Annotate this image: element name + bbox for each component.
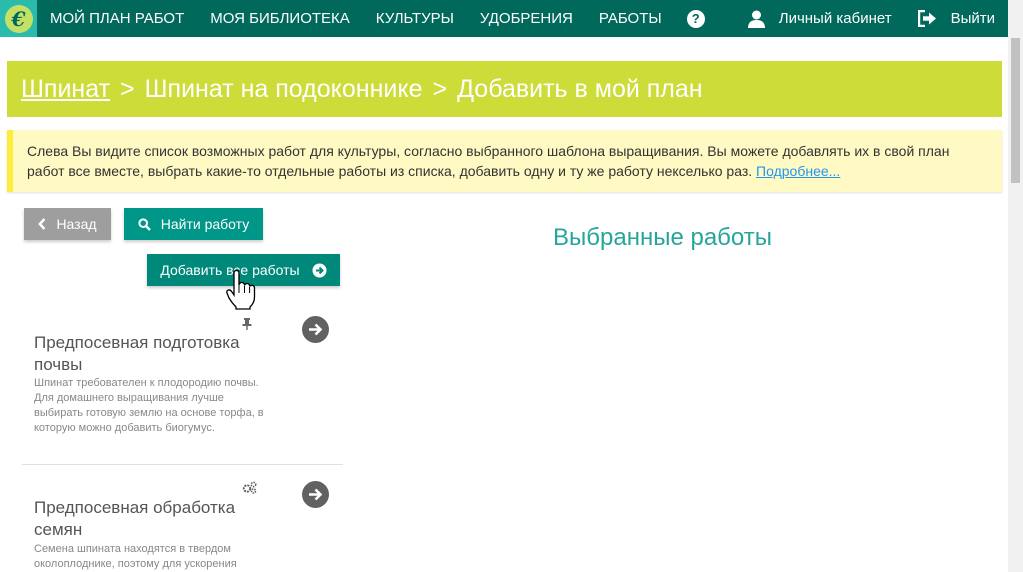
more-info-link[interactable]: Подробнее... [756,163,840,179]
logo-icon: € [4,4,33,33]
arrow-circle-right-icon [312,263,327,278]
back-button-label: Назад [56,216,97,232]
logout-icon[interactable] [917,10,937,27]
search-icon [138,217,151,231]
find-work-button-label: Найти работу [160,216,250,232]
nav-logout[interactable]: Выйти [951,0,1008,37]
info-note: Слева Вы видите список возможных работ д… [7,130,1002,192]
add-work-arrow-icon[interactable] [302,316,329,343]
breadcrumb-current: Добавить в мой план [457,74,703,103]
breadcrumb-crop-link[interactable]: Шпинат [21,75,110,104]
back-button[interactable]: Назад [24,208,111,240]
work-card[interactable]: Предпосевная обработка семян Семена шпин… [22,475,343,572]
hand-cursor-icon [226,269,256,315]
work-card[interactable]: Предпосевная подготовка почвы Шпинат тре… [22,310,343,465]
nav-account[interactable]: Личный кабинет [779,0,918,37]
nav-my-library[interactable]: МОЯ БИБЛИОТЕКА [197,0,363,37]
work-title: Предпосевная подготовка почвы [34,333,240,374]
find-work-button[interactable]: Найти работу [124,208,263,240]
user-icon[interactable] [747,10,765,28]
breadcrumb: Шпинат > Шпинат на подоконнике > Добавит… [7,61,1002,117]
help-icon[interactable]: ? [686,9,705,28]
work-title: Предпосевная обработка семян [34,498,236,539]
nav-my-plan[interactable]: МОЙ ПЛАН РАБОТ [37,0,197,37]
work-description: Семена шпината находятся в твердом около… [34,543,237,570]
breadcrumb-separator: > [432,74,448,103]
selected-works-heading: Выбранные работы [553,224,772,251]
nav-fertilizers[interactable]: УДОБРЕНИЯ [467,0,586,37]
top-navbar: € МОЙ ПЛАН РАБОТ МОЯ БИБЛИОТЕКА КУЛЬТУРЫ… [0,0,1008,37]
scrollbar-thumb[interactable] [1011,38,1020,183]
chevron-left-icon [38,218,46,230]
page-scrollbar[interactable] [1008,0,1023,572]
breadcrumb-template: Шпинат на подоконнике [144,74,423,103]
nav-crops[interactable]: КУЛЬТУРЫ [363,0,467,37]
add-work-arrow-icon[interactable] [302,481,329,508]
work-description: Шпинат требователен к плодородию почвы. … [34,377,264,434]
site-logo[interactable]: € [0,0,37,37]
breadcrumb-separator: > [120,74,135,103]
nav-works[interactable]: РАБОТЫ [586,0,675,37]
